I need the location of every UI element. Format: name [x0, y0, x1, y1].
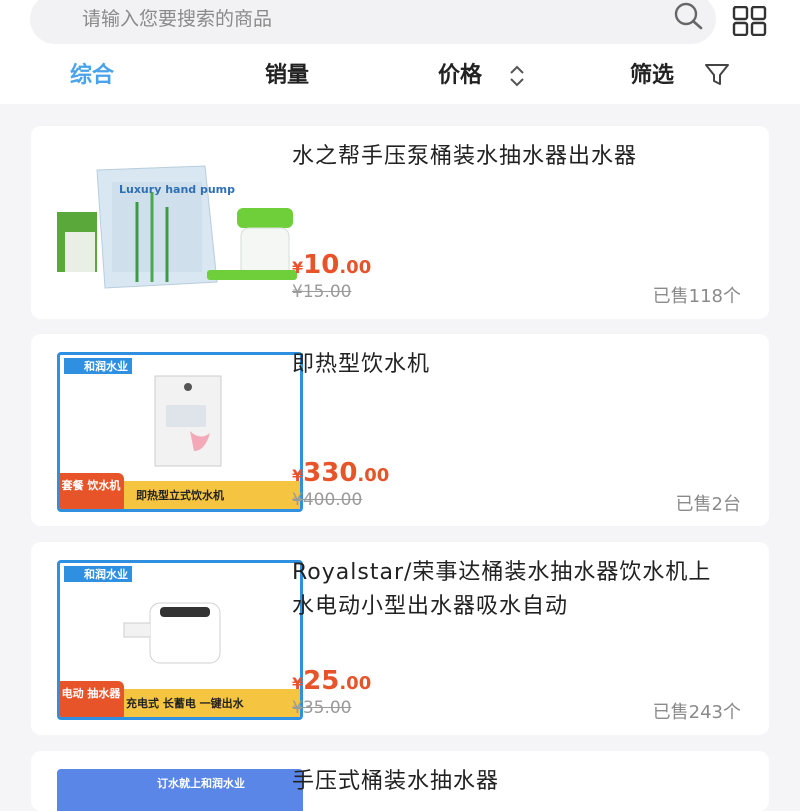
- grid-view-icon[interactable]: [732, 6, 768, 36]
- badge-label: 电动 抽水器: [61, 687, 121, 700]
- brand-label: 和润水业: [84, 360, 128, 373]
- search-icon[interactable]: [670, 0, 706, 34]
- product-card[interactable]: Luxury hand pump 水之帮手压泵桶装水抽水器出水器 ¥10.00 …: [31, 126, 769, 319]
- sold-count: 已售2台: [675, 494, 741, 515]
- price-currency: ¥: [292, 258, 304, 277]
- original-price: ¥15.00: [292, 282, 352, 302]
- product-image[interactable]: 和润水业 电动 抽水器 充电式 长蓄电 一键出水: [57, 560, 303, 720]
- product-price: ¥25.00: [292, 666, 371, 696]
- filter-icon[interactable]: [703, 62, 731, 88]
- hand-pump-image: [57, 165, 297, 289]
- product-card[interactable]: 和润水业 套餐 饮水机 即热型立式饮水机 即热型饮水机 ¥330.00 ¥400…: [31, 334, 769, 526]
- search-input[interactable]: 请输入您要搜索的商品: [82, 4, 272, 31]
- product-image[interactable]: 和润水业 套餐 饮水机 即热型立式饮水机: [57, 352, 303, 512]
- tab-sales[interactable]: 销量: [265, 58, 309, 94]
- price-decimal: .00: [357, 465, 390, 486]
- price-integer: 10: [303, 250, 340, 280]
- sold-count: 已售118个: [652, 286, 741, 307]
- electric-pump-image: [123, 602, 221, 664]
- original-price: ¥400.00: [292, 490, 363, 510]
- original-price: ¥35.00: [292, 698, 352, 718]
- sort-arrows-icon[interactable]: [508, 64, 526, 88]
- product-card[interactable]: 和润水业 电动 抽水器 充电式 长蓄电 一键出水 Royalstar/荣事达桶装…: [31, 542, 769, 735]
- product-image[interactable]: 订水就上和润水业: [57, 769, 303, 811]
- price-currency: ¥: [292, 674, 304, 693]
- image-text: Luxury hand pump: [119, 183, 236, 196]
- water-dispenser-image: [154, 375, 222, 467]
- tab-price[interactable]: 价格: [438, 58, 482, 94]
- image-caption: 充电式 长蓄电 一键出水: [126, 697, 244, 710]
- product-image[interactable]: Luxury hand pump: [57, 142, 303, 302]
- sold-count: 已售243个: [652, 702, 741, 723]
- product-title[interactable]: 手压式桶装水抽水器: [292, 765, 732, 799]
- product-title[interactable]: 即热型饮水机: [292, 348, 732, 382]
- tab-comprehensive[interactable]: 综合: [70, 58, 114, 94]
- product-card[interactable]: 订水就上和润水业 手压式桶装水抽水器: [31, 751, 769, 811]
- price-integer: 25: [303, 666, 340, 696]
- product-title[interactable]: 水之帮手压泵桶装水抽水器出水器: [292, 140, 732, 174]
- price-decimal: .00: [339, 257, 372, 278]
- top-bar: 请输入您要搜索的商品 综合 销量 价格 筛选: [0, 0, 800, 104]
- badge-label: 套餐 饮水机: [61, 479, 121, 492]
- brand-label: 和润水业: [84, 568, 128, 581]
- search-bar[interactable]: 请输入您要搜索的商品: [30, 0, 716, 44]
- product-title[interactable]: Royalstar/荣事达桶装水抽水器饮水机上水电动小型出水器吸水自动: [292, 556, 732, 624]
- image-caption: 即热型立式饮水机: [136, 489, 224, 502]
- image-caption: 订水就上和润水业: [157, 777, 245, 790]
- price-currency: ¥: [292, 466, 304, 485]
- price-integer: 330: [303, 458, 358, 488]
- price-decimal: .00: [339, 673, 372, 694]
- tab-filter[interactable]: 筛选: [630, 58, 674, 94]
- product-price: ¥10.00: [292, 250, 371, 280]
- product-price: ¥330.00: [292, 458, 389, 488]
